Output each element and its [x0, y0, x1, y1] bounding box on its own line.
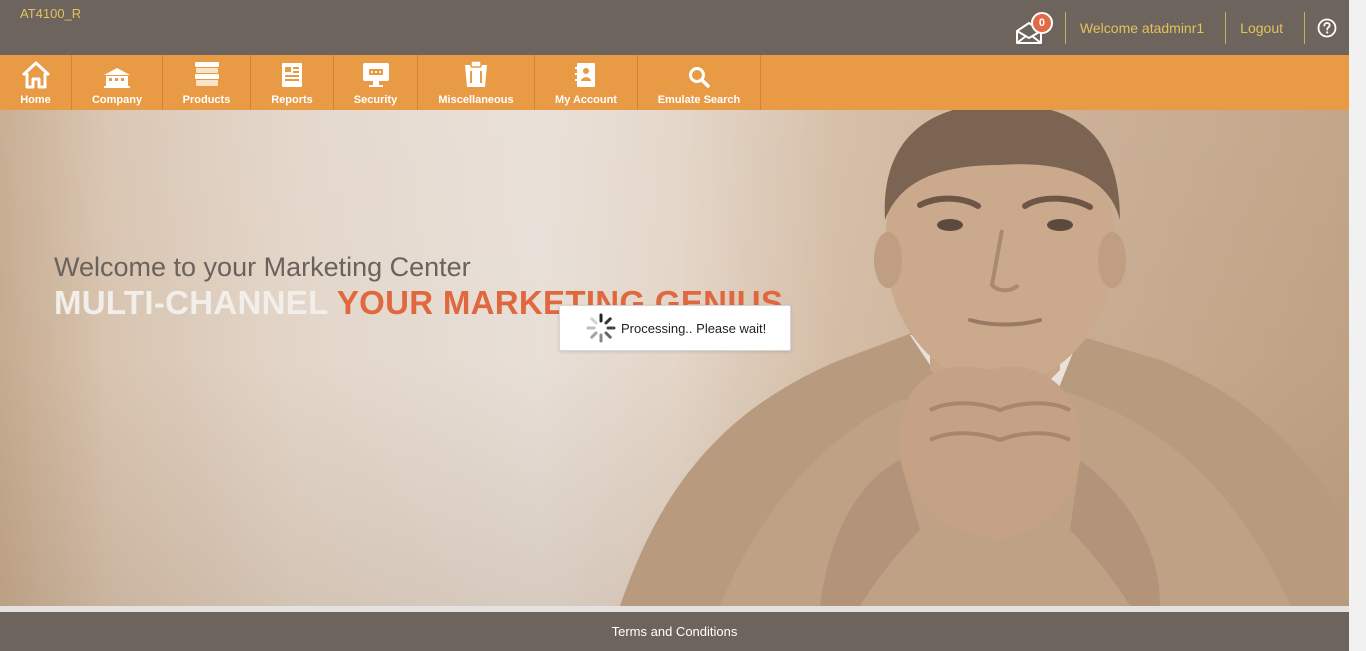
- nav-company[interactable]: Company: [72, 55, 163, 110]
- nav-label: Miscellaneous: [438, 94, 514, 106]
- hero-banner: Welcome to your Marketing Center MULTI-C…: [0, 110, 1349, 606]
- stack-icon: [194, 62, 219, 86]
- nav-my-account[interactable]: My Account: [535, 55, 638, 110]
- nav-miscellaneous[interactable]: Miscellaneous: [418, 55, 535, 110]
- hero-welcome-text: Welcome to your Marketing Center: [54, 252, 471, 282]
- monitor-lock-icon: [362, 63, 389, 87]
- processing-message: Processing.. Please wait!: [621, 320, 767, 336]
- headline-white-part: MULTI-CHANNEL: [54, 284, 328, 321]
- nav-emulate-search[interactable]: Emulate Search: [638, 55, 761, 110]
- terms-and-conditions-link[interactable]: Terms and Conditions: [612, 624, 738, 639]
- help-button[interactable]: [1305, 0, 1349, 55]
- top-header: AT4100_R 0 Welcome atadminr1 Logout: [0, 0, 1349, 55]
- nav-label: Security: [353, 94, 398, 106]
- messages-button[interactable]: 0: [1015, 0, 1061, 55]
- main-nav: Home Company Products Reports Security M…: [0, 55, 1349, 110]
- building-icon: [104, 68, 130, 88]
- page-scrollbar[interactable]: [1349, 0, 1366, 651]
- welcome-user-text: Welcome atadminr1: [1079, 19, 1205, 36]
- search-icon: [689, 67, 710, 88]
- nav-label: Company: [91, 94, 143, 106]
- logout-link[interactable]: Logout: [1226, 20, 1304, 36]
- message-count-badge: 0: [1030, 12, 1053, 34]
- clipboard-icon: [465, 60, 487, 87]
- nav-label: Home: [20, 94, 51, 106]
- hero-person-image: [620, 110, 1349, 606]
- processing-dialog: Processing.. Please wait!: [559, 305, 791, 351]
- contact-book-icon: [575, 63, 595, 87]
- page-footer: Terms and Conditions: [0, 612, 1349, 651]
- loading-spinner-icon: [586, 313, 616, 343]
- nav-label: Emulate Search: [657, 94, 741, 106]
- home-icon: [21, 61, 50, 89]
- report-icon: [282, 63, 302, 87]
- header-actions: 0 Welcome atadminr1 Logout: [1015, 0, 1349, 55]
- nav-reports[interactable]: Reports: [251, 55, 334, 110]
- nav-label: Products: [182, 94, 231, 106]
- question-circle-icon: [1317, 18, 1337, 37]
- nav-home[interactable]: Home: [0, 55, 72, 110]
- nav-label: Reports: [271, 94, 313, 106]
- site-code: AT4100_R: [20, 6, 82, 21]
- nav-label: My Account: [555, 94, 617, 106]
- nav-security[interactable]: Security: [334, 55, 418, 110]
- nav-products[interactable]: Products: [163, 55, 251, 110]
